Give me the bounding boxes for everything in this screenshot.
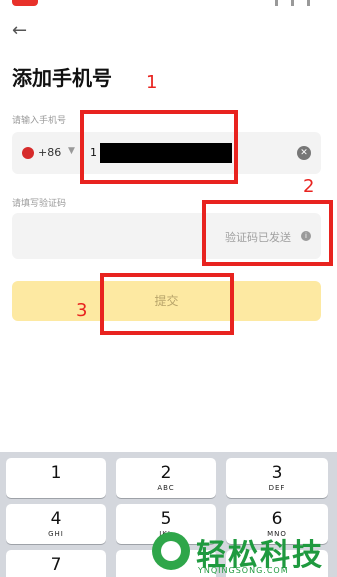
key-number: 1 [50,463,62,483]
key-number: 3 [271,463,283,483]
key-4[interactable]: 4 GHI [6,504,106,544]
key-number: 6 [271,509,283,529]
key-1[interactable]: 1 [6,458,106,498]
annotation-box-1 [80,110,238,184]
key-letters: GHI [48,530,64,538]
menu-icon[interactable] [275,0,311,6]
code-label: 请填写验证码 [12,199,67,209]
key-letters: DEF [268,484,286,492]
app-logo-fragment [12,0,38,6]
page-title: 添加手机号 [12,66,112,90]
site-watermark: 轻松科技 YNQINGSONG.COM [152,530,337,577]
back-arrow-icon[interactable]: ← [12,20,34,42]
annotation-box-3 [100,273,234,335]
key-number: 7 [50,555,62,575]
key-number: 4 [50,509,62,529]
china-flag-icon [22,147,34,159]
annotation-box-2 [202,200,333,266]
leaf-logo-icon [152,532,190,570]
key-number: 5 [160,509,172,529]
annotation-number-2: 2 [303,176,315,197]
key-number: 2 [160,463,172,483]
key-letters: ABC [157,484,175,492]
phone-label: 请输入手机号 [12,116,67,126]
country-code[interactable]: +86 [38,146,61,159]
key-3[interactable]: 3 DEF [226,458,328,498]
key-2[interactable]: 2 ABC [116,458,216,498]
watermark-url: YNQINGSONG.COM [198,566,289,575]
chevron-down-icon[interactable]: ▼ [68,146,75,156]
annotation-number-3: 3 [76,300,88,321]
key-7[interactable]: 7 [6,550,106,577]
clear-icon[interactable]: ✕ [297,146,311,160]
annotation-number-1: 1 [146,72,158,93]
